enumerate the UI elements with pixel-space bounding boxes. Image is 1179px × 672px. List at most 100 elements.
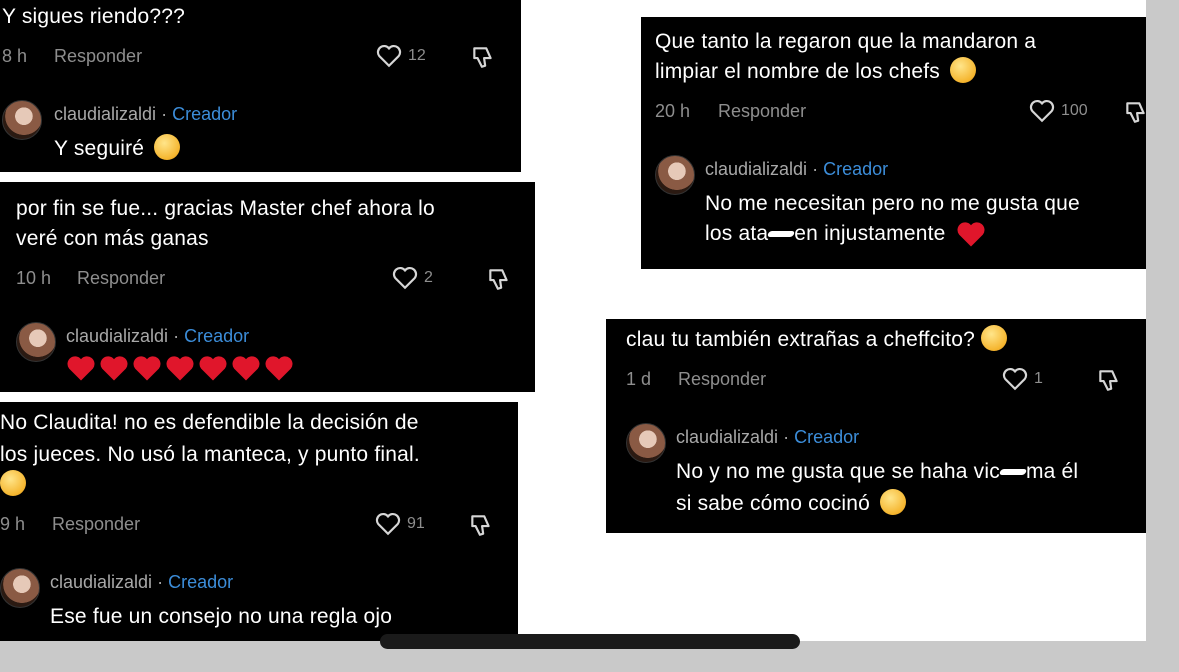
like-button[interactable]: 91 bbox=[375, 512, 425, 536]
comment-text-line-2-value: limpiar el nombre de los chefs bbox=[655, 60, 940, 83]
avatar bbox=[2, 100, 42, 140]
reply-text-line-2: los ata en injustamente bbox=[705, 219, 989, 249]
avatar bbox=[655, 155, 695, 195]
red-heart-icon bbox=[67, 356, 95, 381]
red-heart-icon bbox=[265, 356, 293, 381]
reply-username: claudializaldi · Creador bbox=[54, 104, 237, 125]
smiling-hearts-emoji-icon bbox=[154, 134, 181, 161]
comment-time: 1 d bbox=[626, 369, 652, 389]
heart-outline-icon bbox=[1029, 99, 1055, 123]
reply-button[interactable]: Responder bbox=[718, 101, 806, 122]
reply-button[interactable]: Responder bbox=[77, 268, 165, 289]
comment-text-line-1: No Claudita! no es defendible la decisió… bbox=[0, 411, 419, 434]
separator-dot: · bbox=[173, 326, 180, 346]
creator-badge: Creador bbox=[794, 427, 860, 447]
reply-button[interactable]: Responder bbox=[678, 369, 766, 390]
dislike-icon[interactable] bbox=[468, 512, 494, 538]
comment-card-3: No Claudita! no es defendible la decisió… bbox=[0, 402, 518, 641]
username: claudializaldi bbox=[54, 104, 157, 124]
reply-text-line-1: No y no me gusta que se haha vic ma él bbox=[676, 457, 1078, 487]
creator-badge: Creador bbox=[184, 326, 250, 346]
comment-card-5: clau tu también extrañas a cheffcito? 1 … bbox=[606, 319, 1146, 533]
creator-badge: Creador bbox=[823, 159, 889, 179]
reply-username: claudializaldi · Creador bbox=[676, 427, 859, 448]
comment-time: 9 h bbox=[0, 514, 26, 534]
comment-card-2: por fin se fue... gracias Master chef ah… bbox=[0, 182, 535, 392]
red-heart-icon bbox=[199, 356, 227, 381]
comment-text: clau tu también extrañas a cheffcito? bbox=[626, 325, 1008, 355]
like-count: 1 bbox=[1034, 370, 1043, 387]
crying-face-emoji-icon bbox=[981, 325, 1008, 352]
like-button[interactable]: 2 bbox=[392, 266, 433, 290]
reply-username: claudializaldi · Creador bbox=[50, 572, 233, 593]
reply-text-value: Y seguiré bbox=[54, 137, 145, 160]
comment-text-line-2: veré con más ganas bbox=[16, 227, 209, 250]
reply-text-part-3: si sabe cómo cocinó bbox=[676, 492, 871, 515]
reply-text-part-1: No y no me gusta que se haha vic bbox=[676, 460, 1000, 483]
red-heart-icon bbox=[957, 222, 985, 247]
crying-face-emoji-icon bbox=[0, 470, 26, 496]
reply-button[interactable]: Responder bbox=[54, 46, 142, 67]
comment-text-line-1: Que tanto la regaron que la mandaron a bbox=[655, 30, 1037, 53]
rolling-eyes-emoji-icon bbox=[950, 57, 977, 84]
red-heart-icon bbox=[133, 356, 161, 381]
reply-username: claudializaldi · Creador bbox=[66, 326, 249, 347]
dislike-icon[interactable] bbox=[1123, 99, 1146, 125]
separator-dot: · bbox=[157, 572, 164, 592]
reply-button[interactable]: Responder bbox=[52, 514, 140, 535]
comment-emoji-line bbox=[0, 470, 26, 498]
reply-text: Y seguiré bbox=[54, 134, 181, 164]
dislike-icon[interactable] bbox=[1096, 367, 1122, 393]
reply-text-line-1: No me necesitan pero no me gusta que bbox=[705, 192, 1080, 215]
like-count: 2 bbox=[424, 269, 433, 286]
creator-badge: Creador bbox=[168, 572, 234, 592]
screenshot-collage: Y sigues riendo??? 8 h Responder 12 clau… bbox=[0, 0, 1146, 641]
comment-time: 20 h bbox=[655, 101, 691, 121]
comment-text-value: clau tu también extrañas a cheffcito? bbox=[626, 328, 976, 351]
dislike-icon[interactable] bbox=[470, 44, 496, 70]
reply-text: Ese fue un consejo no una regla ojo bbox=[50, 605, 393, 628]
reply-text-part-2: en injustamente bbox=[794, 222, 946, 245]
comment-time: 10 h bbox=[16, 268, 52, 288]
comment-card-4: Que tanto la regaron que la mandaron a l… bbox=[641, 17, 1146, 269]
like-count: 91 bbox=[407, 515, 425, 532]
separator-dot: · bbox=[161, 104, 168, 124]
horizontal-scrollbar[interactable] bbox=[380, 634, 800, 649]
comment-text: Y sigues riendo??? bbox=[2, 5, 186, 28]
separator-dot: · bbox=[812, 159, 819, 179]
avatar bbox=[16, 322, 56, 362]
reply-hearts bbox=[66, 354, 297, 382]
comment-text-line-1: por fin se fue... gracias Master chef ah… bbox=[16, 197, 435, 220]
creator-badge: Creador bbox=[172, 104, 238, 124]
comment-time: 8 h bbox=[2, 46, 28, 66]
reply-text-part-1: los ata bbox=[705, 222, 769, 245]
heart-outline-icon bbox=[392, 266, 418, 290]
red-heart-icon bbox=[166, 356, 194, 381]
reply-text-line-2: si sabe cómo cocinó bbox=[676, 489, 907, 519]
red-heart-icon bbox=[100, 356, 128, 381]
username: claudializaldi bbox=[705, 159, 808, 179]
heart-outline-icon bbox=[376, 44, 402, 68]
like-button[interactable]: 1 bbox=[1002, 367, 1043, 391]
dislike-icon[interactable] bbox=[486, 266, 512, 292]
redaction-scribble bbox=[998, 469, 1028, 476]
comment-text-line-2: los jueces. No usó la manteca, y punto f… bbox=[0, 443, 420, 466]
reply-text-part-2: ma él bbox=[1025, 460, 1079, 483]
username: claudializaldi bbox=[50, 572, 153, 592]
upside-down-face-emoji-icon bbox=[880, 489, 907, 516]
like-button[interactable]: 100 bbox=[1029, 99, 1088, 123]
username: claudializaldi bbox=[66, 326, 169, 346]
red-heart-icon bbox=[232, 356, 260, 381]
separator-dot: · bbox=[783, 427, 790, 447]
username: claudializaldi bbox=[676, 427, 779, 447]
avatar bbox=[626, 423, 666, 463]
comment-card-1: Y sigues riendo??? 8 h Responder 12 clau… bbox=[0, 0, 521, 172]
avatar bbox=[0, 568, 40, 608]
heart-outline-icon bbox=[1002, 367, 1028, 391]
heart-outline-icon bbox=[375, 512, 401, 536]
redaction-scribble bbox=[767, 231, 796, 238]
like-count: 100 bbox=[1061, 102, 1088, 119]
like-button[interactable]: 12 bbox=[376, 44, 426, 68]
comment-text-line-2: limpiar el nombre de los chefs bbox=[655, 57, 977, 87]
reply-username: claudializaldi · Creador bbox=[705, 159, 888, 180]
